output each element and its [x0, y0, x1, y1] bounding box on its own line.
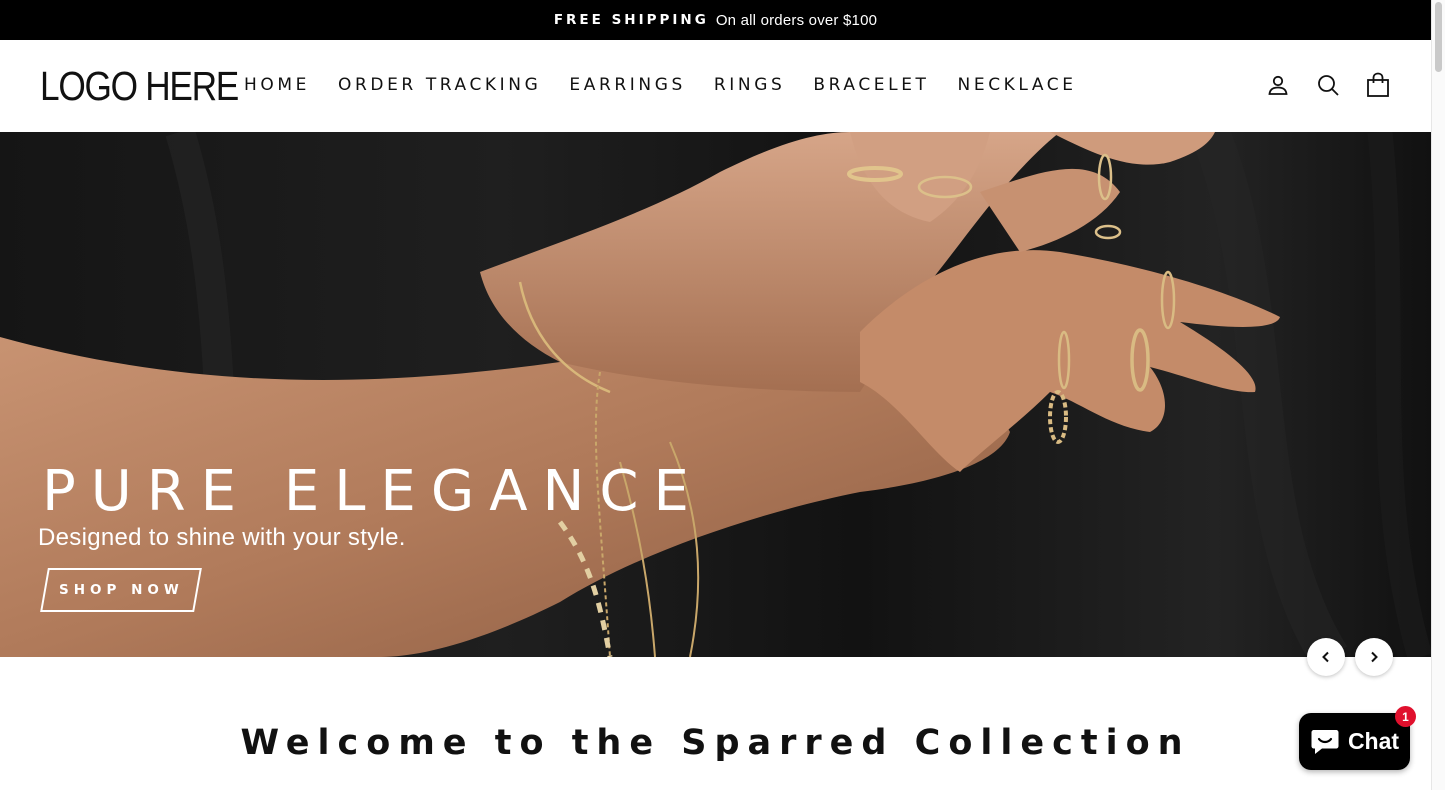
site-header: LOGO HERE HOME ORDER TRACKING EARRINGS R… [0, 40, 1431, 132]
announcement-text: On all orders over $100 [715, 11, 878, 29]
welcome-heading: Welcome to the Sparred Collection [240, 723, 1191, 763]
chat-label: Chat [1347, 728, 1400, 754]
hero-subtitle: Designed to shine with your style. [38, 524, 406, 551]
page-scrollbar[interactable] [1431, 0, 1445, 790]
hero-image [0, 132, 1431, 657]
search-icon[interactable] [1315, 70, 1341, 100]
nav-necklace[interactable]: NECKLACE [958, 70, 1077, 100]
nav-bracelet[interactable]: BRACELET [813, 70, 929, 100]
slide-prev-button[interactable] [1307, 638, 1345, 676]
chat-notification-badge: 1 [1395, 706, 1416, 727]
nav-earrings[interactable]: EARRINGS [569, 70, 686, 100]
chat-bubble-icon [1311, 729, 1339, 754]
chevron-right-icon [1371, 651, 1378, 663]
shop-now-label: SHOP NOW [58, 582, 184, 598]
hero-slideshow: PURE ELEGANCE Designed to shine with you… [0, 132, 1431, 657]
nav-rings[interactable]: RINGS [714, 70, 786, 100]
shop-now-button[interactable]: SHOP NOW [40, 568, 202, 612]
scrollbar-thumb[interactable] [1435, 2, 1442, 72]
main-nav: HOME ORDER TRACKING EARRINGS RINGS BRACE… [244, 70, 1105, 100]
cart-icon[interactable] [1365, 70, 1391, 100]
account-icon[interactable] [1265, 70, 1291, 100]
hero-title: PURE ELEGANCE [42, 459, 704, 524]
slide-next-button[interactable] [1355, 638, 1393, 676]
header-icons [1265, 70, 1391, 100]
nav-order-tracking[interactable]: ORDER TRACKING [338, 70, 541, 100]
announcement-highlight: FREE SHIPPING [553, 12, 709, 28]
announcement-bar: FREE SHIPPING On all orders over $100 [0, 0, 1431, 40]
logo[interactable]: LOGO HERE [40, 62, 239, 110]
chat-button[interactable]: Chat [1299, 713, 1410, 770]
chevron-left-icon [1322, 651, 1329, 663]
nav-home[interactable]: HOME [244, 70, 310, 100]
